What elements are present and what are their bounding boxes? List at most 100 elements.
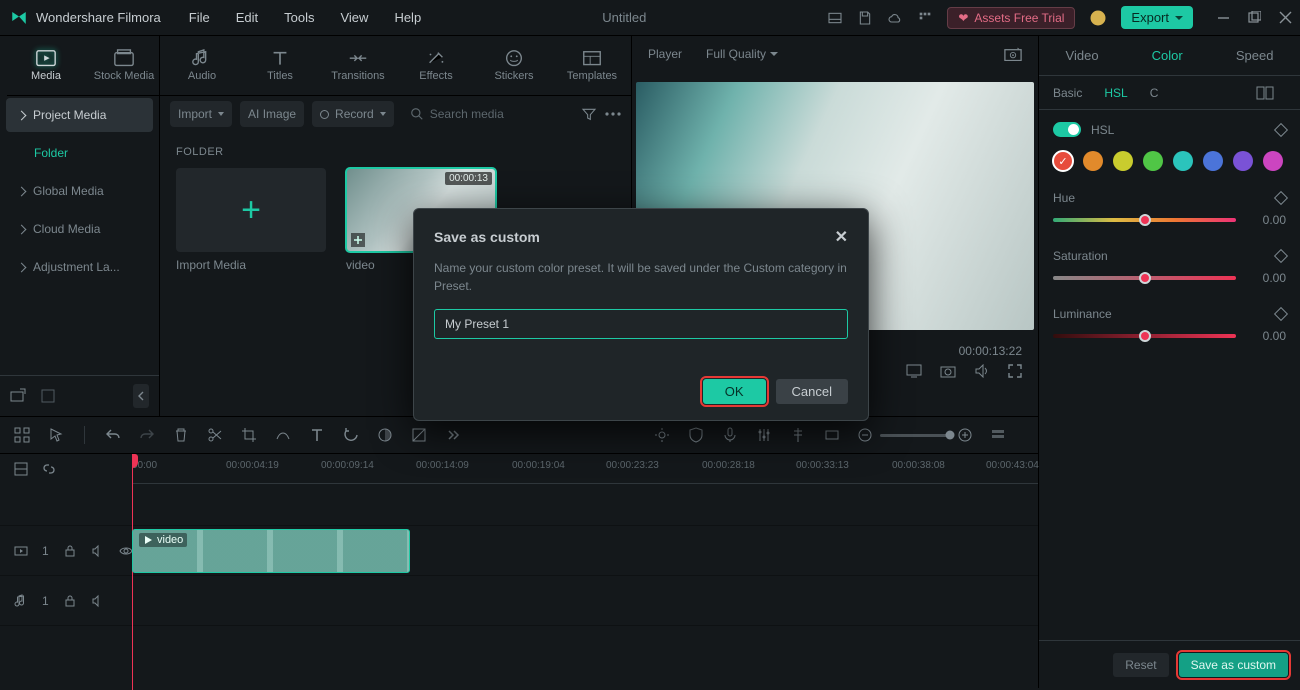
redo-icon[interactable]	[139, 427, 155, 443]
ai-image-button[interactable]: AI Image	[240, 101, 304, 127]
visibility-icon[interactable]	[119, 544, 133, 558]
player-tab[interactable]: Player	[648, 47, 682, 61]
export-button[interactable]: Export	[1121, 6, 1193, 29]
tab-speed[interactable]: Speed	[1236, 48, 1274, 63]
save-icon[interactable]	[857, 10, 873, 26]
tab-audio[interactable]: Audio	[163, 49, 241, 82]
filter-icon[interactable]	[581, 106, 597, 122]
menu-view[interactable]: View	[340, 10, 368, 25]
subtab-curves[interactable]: C	[1150, 86, 1159, 100]
adjust-icon[interactable]	[411, 427, 427, 443]
swatch-blue[interactable]	[1203, 151, 1223, 171]
luminance-track[interactable]	[1053, 334, 1236, 338]
tab-stock-media[interactable]: Stock Media	[85, 49, 163, 82]
sidebar-item-global-media[interactable]: Global Media	[6, 174, 153, 208]
mic-icon[interactable]	[722, 427, 738, 443]
slider-value[interactable]: 0.00	[1248, 271, 1286, 285]
import-dropdown[interactable]: Import	[170, 101, 232, 127]
hsl-toggle[interactable]	[1053, 122, 1081, 137]
search-media[interactable]: Search media	[402, 107, 573, 121]
menu-edit[interactable]: Edit	[236, 10, 258, 25]
keyframe-icon[interactable]	[1274, 307, 1288, 321]
collapse-sidebar-button[interactable]	[133, 384, 149, 408]
swatch-red[interactable]	[1053, 151, 1073, 171]
saturation-track[interactable]	[1053, 276, 1236, 280]
reset-button[interactable]: Reset	[1113, 653, 1168, 677]
rotate-icon[interactable]	[343, 427, 359, 443]
swatch-yellow[interactable]	[1113, 151, 1133, 171]
preset-name-input[interactable]	[434, 309, 848, 339]
quality-dropdown[interactable]: Full Quality	[706, 47, 778, 61]
swatch-orange[interactable]	[1083, 151, 1103, 171]
swatch-aqua[interactable]	[1173, 151, 1193, 171]
new-bin-icon[interactable]	[40, 388, 56, 404]
import-media-tile[interactable]: + Import Media	[176, 168, 326, 272]
volume-icon[interactable]	[974, 364, 990, 378]
tab-stickers[interactable]: Stickers	[475, 49, 553, 82]
sidebar-item-adjustment-layer[interactable]: Adjustment La...	[6, 250, 153, 284]
slider-value[interactable]: 0.00	[1248, 329, 1286, 343]
cloud-icon[interactable]	[887, 10, 903, 26]
mute-icon[interactable]	[91, 594, 105, 608]
tab-video[interactable]: Video	[1066, 48, 1099, 63]
mute-icon[interactable]	[91, 544, 105, 558]
menu-tools[interactable]: Tools	[284, 10, 314, 25]
zoom-out-icon[interactable]	[858, 428, 872, 442]
compare-icon[interactable]	[1256, 86, 1274, 100]
sidebar-item-project-media[interactable]: Project Media	[6, 98, 153, 132]
color-icon[interactable]	[377, 427, 393, 443]
speed-ramp-icon[interactable]	[275, 427, 291, 443]
keyframe-icon[interactable]	[1274, 249, 1288, 263]
swatch-green[interactable]	[1143, 151, 1163, 171]
sidebar-item-folder[interactable]: Folder	[6, 136, 153, 170]
split-icon[interactable]	[207, 427, 223, 443]
zoom-track[interactable]	[880, 434, 950, 437]
sidebar-item-cloud-media[interactable]: Cloud Media	[6, 212, 153, 246]
marker-flag-icon[interactable]	[790, 427, 806, 443]
pointer-icon[interactable]	[48, 427, 64, 443]
account-icon[interactable]	[1089, 9, 1107, 27]
fullscreen-icon[interactable]	[1008, 364, 1022, 378]
tab-color[interactable]: Color	[1152, 48, 1183, 63]
subtab-hsl[interactable]: HSL	[1104, 86, 1127, 100]
tab-titles[interactable]: Titles	[241, 49, 319, 82]
snapshot-icon[interactable]	[1004, 47, 1022, 61]
swatch-purple[interactable]	[1233, 151, 1253, 171]
close-button[interactable]	[1279, 11, 1292, 24]
minimize-button[interactable]	[1217, 11, 1230, 24]
timeline-view-icon[interactable]	[990, 427, 1006, 443]
keyframe-icon[interactable]	[1274, 191, 1288, 205]
subtab-basic[interactable]: Basic	[1053, 86, 1082, 100]
tab-effects[interactable]: Effects	[397, 49, 475, 82]
slider-value[interactable]: 0.00	[1248, 213, 1286, 227]
dialog-ok-button[interactable]: OK	[703, 379, 766, 404]
crop-icon[interactable]	[241, 427, 257, 443]
new-folder-icon[interactable]	[10, 388, 26, 404]
lock-icon[interactable]	[63, 544, 77, 558]
dialog-cancel-button[interactable]: Cancel	[776, 379, 848, 404]
slider-thumb[interactable]	[1139, 272, 1151, 284]
text-icon[interactable]	[309, 427, 325, 443]
brightness-icon[interactable]	[654, 427, 670, 443]
slider-thumb[interactable]	[1139, 214, 1151, 226]
zoom-in-icon[interactable]	[958, 428, 972, 442]
keyframe-icon[interactable]	[1274, 122, 1288, 136]
camera-icon[interactable]	[940, 364, 956, 378]
swatch-magenta[interactable]	[1263, 151, 1283, 171]
time-ruler[interactable]: 00:00 00:00:04:19 00:00:09:14 00:00:14:0…	[0, 454, 1038, 484]
more-icon[interactable]	[605, 112, 621, 116]
tab-transitions[interactable]: Transitions	[319, 49, 397, 82]
layout-icon[interactable]	[827, 10, 843, 26]
ratio-icon[interactable]	[824, 427, 840, 443]
link-icon[interactable]	[42, 462, 56, 476]
timeline-zoom[interactable]	[858, 428, 972, 442]
mixer-icon[interactable]	[756, 427, 772, 443]
delete-icon[interactable]	[173, 427, 189, 443]
grid-icon[interactable]	[14, 427, 30, 443]
record-dropdown[interactable]: Record	[312, 101, 394, 127]
apps-icon[interactable]	[917, 10, 933, 26]
display-mode-icon[interactable]	[906, 364, 922, 378]
lock-icon[interactable]	[63, 594, 77, 608]
maximize-button[interactable]	[1248, 11, 1261, 24]
hue-track[interactable]	[1053, 218, 1236, 222]
